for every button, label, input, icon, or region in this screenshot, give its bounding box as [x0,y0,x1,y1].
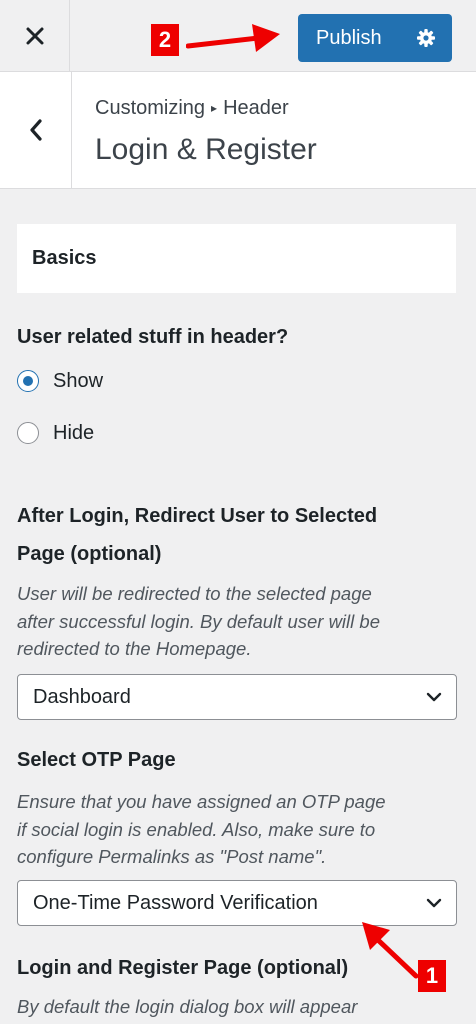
user-stuff-label: User related stuff in header? [17,326,289,348]
back-button[interactable] [0,72,72,188]
breadcrumb: Customizing ▸ Header [95,97,289,120]
redirect-description-line: redirected to the Homepage. [17,638,252,659]
annotation-arrow-up-left [362,922,419,979]
login-register-page-label: Login and Register Page (optional) [17,957,349,979]
close-customizer-button[interactable] [0,0,70,72]
redirect-description-line: after successful login. By default user … [17,610,380,632]
panel-title: Login & Register [95,133,317,166]
chevron-left-icon [29,119,42,141]
radio-show-button[interactable] [17,370,39,392]
radio-hide-button[interactable] [17,422,39,444]
breadcrumb-current: Header [223,97,289,119]
redirect-page-select-value: Dashboard [33,686,131,708]
gear-icon[interactable] [416,28,436,48]
radio-show[interactable]: Show [17,368,103,394]
otp-description-line: Ensure that you have assigned an OTP pag… [17,791,386,812]
redirect-label-line2: Page (optional) [17,543,162,565]
chevron-down-icon [426,898,442,908]
publish-button[interactable]: Publish [298,14,452,62]
section-header: Customizing ▸ Header Login & Register [0,72,476,189]
otp-description-line: configure Permalinks as "Post name". [17,846,327,867]
otp-description-line: if social login is enabled. Also, make s… [17,818,376,840]
breadcrumb-separator: ▸ [211,101,218,115]
otp-description: Ensure that you have assigned an OTP pag… [17,788,457,871]
close-icon [26,27,43,45]
radio-hide[interactable]: Hide [17,420,94,446]
redirect-label-line1: After Login, Redirect User to Selected [17,505,378,527]
otp-page-select-value: One-Time Password Verification [33,892,318,914]
redirect-description: User will be redirected to the selected … [17,580,457,663]
publish-button-label: Publish [316,27,382,49]
radio-show-label: Show [53,369,104,392]
radio-hide-label: Hide [53,421,95,444]
otp-label: Select OTP Page [17,749,176,771]
redirect-description-line: User will be redirected to the selected … [17,583,372,604]
basics-section-heading: Basics [17,224,456,293]
annotation-arrow-right [186,24,280,52]
breadcrumb-parent: Customizing [95,97,206,119]
annotation-badge-1: 1 [418,960,446,992]
login-register-page-description: By default the login dialog box will app… [17,996,358,1017]
chevron-down-icon [426,692,442,702]
annotation-badge-2: 2 [151,24,179,56]
redirect-page-select[interactable]: Dashboard [17,674,457,720]
